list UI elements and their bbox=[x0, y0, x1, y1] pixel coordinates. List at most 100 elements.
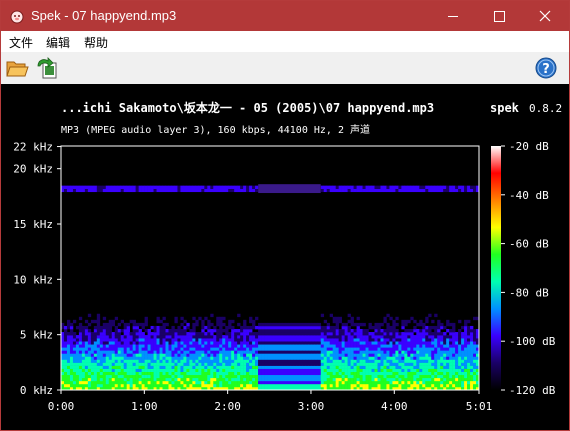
spectrogram-cell bbox=[275, 377, 280, 382]
spectrogram-cell bbox=[407, 344, 411, 348]
spectrogram-cell bbox=[422, 368, 426, 372]
spectrogram-cell bbox=[210, 371, 214, 376]
spectrogram-cell bbox=[290, 325, 295, 330]
spectrogram-cell bbox=[108, 362, 113, 366]
spectrogram-cell bbox=[192, 350, 196, 354]
spectrogram-cell bbox=[156, 341, 160, 345]
spectrogram-cell bbox=[210, 374, 214, 379]
spectrogram-cell bbox=[246, 362, 250, 366]
spectrogram-cell bbox=[461, 374, 465, 379]
spectrogram-cell bbox=[437, 325, 441, 330]
spectrogram-cell bbox=[207, 325, 211, 330]
spectrogram-cell bbox=[305, 341, 310, 345]
spectrogram-cell bbox=[440, 383, 444, 388]
spectrogram-cell bbox=[246, 353, 250, 357]
spectrogram-cell bbox=[159, 332, 163, 336]
spectrogram-cell bbox=[332, 374, 336, 379]
spectrogram-cell bbox=[413, 377, 417, 382]
spectrogram-cell bbox=[272, 344, 277, 348]
menu-edit[interactable]: 编辑 bbox=[46, 34, 70, 51]
lowpass-band bbox=[258, 184, 321, 194]
spectrogram-cell bbox=[416, 371, 420, 376]
spectrogram-cell bbox=[165, 350, 169, 354]
spectrogram-cell bbox=[231, 325, 235, 330]
spectrogram-cell bbox=[338, 335, 342, 339]
spectrogram-cell bbox=[473, 332, 477, 336]
minimize-button[interactable] bbox=[430, 1, 476, 31]
spectrogram-cell bbox=[189, 350, 193, 354]
spectrogram-cell bbox=[72, 347, 77, 351]
menu-help[interactable]: 帮助 bbox=[84, 34, 108, 51]
spectrogram-cell bbox=[111, 335, 116, 339]
maximize-button[interactable] bbox=[476, 1, 522, 31]
spectrogram-cell bbox=[63, 188, 68, 193]
spectrogram-cell bbox=[135, 359, 139, 363]
spectrogram-cell bbox=[341, 368, 345, 372]
spectrogram-cell bbox=[467, 374, 471, 379]
spectrogram-cell bbox=[72, 359, 77, 363]
spectrogram-cell bbox=[201, 338, 205, 342]
spectrogram-cell bbox=[350, 322, 354, 327]
spectrogram-cell bbox=[111, 368, 116, 372]
spectrogram-cell bbox=[302, 322, 307, 327]
spectrogram-cell bbox=[434, 380, 438, 385]
spectrogram-cell bbox=[177, 374, 181, 379]
spectrogram-cell bbox=[278, 325, 283, 330]
spectrogram-cell bbox=[353, 335, 357, 339]
open-button[interactable] bbox=[5, 56, 29, 80]
spectrogram-cell bbox=[404, 185, 408, 189]
spectrogram-cell bbox=[341, 347, 345, 351]
spectrogram-cell bbox=[165, 359, 169, 363]
spectrogram-cell bbox=[216, 338, 220, 342]
spectrogram-cell bbox=[299, 347, 304, 351]
spectrogram-cell bbox=[320, 313, 325, 318]
spectrogram-cell bbox=[195, 185, 199, 189]
spectrogram-cell bbox=[287, 350, 292, 354]
spectrogram-cell bbox=[123, 347, 127, 351]
spectrogram-cell bbox=[135, 350, 139, 354]
spectrogram-cell bbox=[275, 365, 280, 369]
save-button[interactable] bbox=[35, 56, 59, 80]
spectrogram-cell bbox=[383, 371, 387, 376]
spectrogram-cell bbox=[431, 383, 435, 388]
spectrogram-cell bbox=[434, 329, 438, 333]
spectrogram-cell bbox=[305, 344, 310, 348]
spectrogram-cell bbox=[284, 347, 289, 351]
spectrogram-cell bbox=[138, 362, 142, 366]
spectrogram-cell bbox=[81, 362, 86, 366]
spectrogram-cell bbox=[326, 341, 331, 345]
spectrogram-cell bbox=[261, 380, 265, 385]
menu-file[interactable]: 文件 bbox=[9, 34, 33, 51]
spectrogram-cell bbox=[93, 353, 98, 357]
spectrogram-cell bbox=[69, 335, 74, 339]
spectrogram-cell bbox=[293, 344, 298, 348]
spectrogram-cell bbox=[252, 341, 256, 345]
spectrogram-cell bbox=[272, 374, 277, 379]
spectrogram-cell bbox=[410, 362, 414, 366]
spectrogram-cell bbox=[189, 383, 193, 388]
spectrogram-cell bbox=[452, 368, 456, 372]
spectrogram-cell bbox=[225, 347, 229, 351]
spectrogram-cell bbox=[123, 332, 127, 336]
spectrogram-cell bbox=[458, 359, 462, 363]
spectrogram-cell bbox=[371, 332, 375, 336]
spectrogram-cell bbox=[458, 374, 462, 379]
close-button[interactable] bbox=[522, 1, 568, 31]
spectrogram-cell bbox=[204, 344, 208, 348]
spectrogram-cell bbox=[281, 380, 286, 385]
spectrogram-cell bbox=[75, 350, 80, 354]
spectrogram-cell bbox=[329, 344, 333, 348]
help-button[interactable]: ? bbox=[534, 56, 558, 80]
spectrogram-cell bbox=[275, 338, 280, 342]
spectrogram-cell bbox=[467, 350, 471, 354]
spectrogram-cell bbox=[81, 329, 86, 333]
spectrogram-cell bbox=[93, 365, 98, 369]
spectrogram-cell bbox=[371, 350, 375, 354]
spectrogram-cell bbox=[147, 329, 151, 333]
spectrogram-cell bbox=[180, 356, 184, 360]
spectrogram-cell bbox=[335, 316, 339, 321]
spectrogram-cell bbox=[198, 365, 202, 369]
spectrogram-cell bbox=[138, 322, 142, 327]
spectrogram-cell bbox=[252, 344, 256, 348]
spectrogram-cell bbox=[383, 350, 387, 354]
